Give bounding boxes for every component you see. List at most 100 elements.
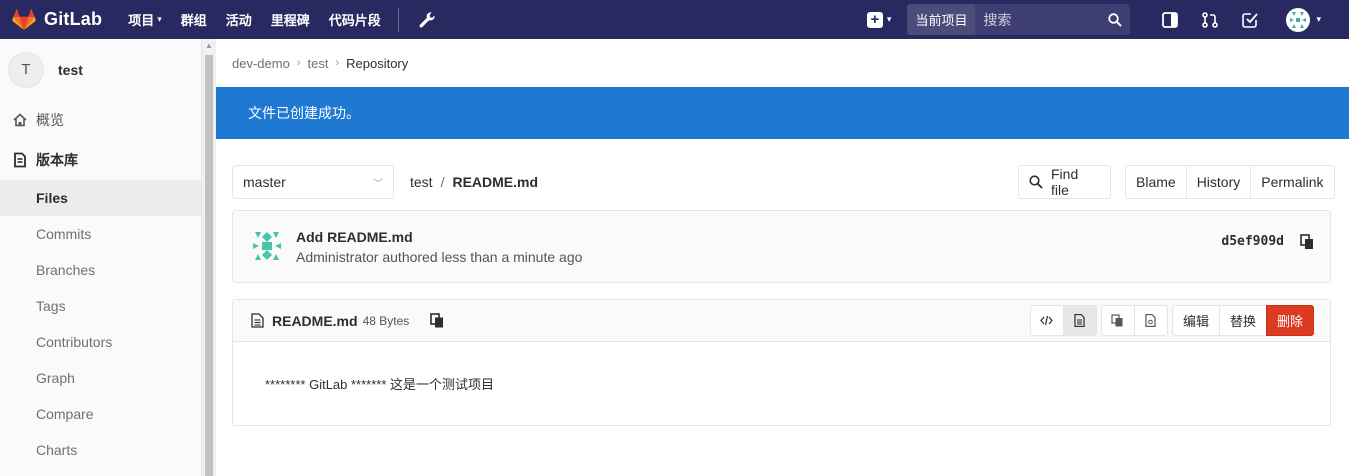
nav-groups[interactable]: 群组 (181, 10, 207, 29)
gitlab-logo[interactable]: GitLab (12, 8, 103, 31)
home-icon (13, 113, 27, 127)
blame-button[interactable]: Blame (1125, 165, 1187, 199)
flash-message: 文件已创建成功。 (248, 105, 360, 121)
nav-projects[interactable]: 项目 ▾ (128, 10, 162, 29)
copy-icon (1111, 314, 1123, 327)
file-header: README.md 48 Bytes 编辑 替换 删除 (233, 300, 1330, 342)
file-actions: 编辑 替换 删除 (1026, 305, 1314, 336)
chevron-down-icon: ﹀ (373, 178, 383, 190)
last-commit: Add README.md Administrator authored les… (232, 210, 1331, 283)
project-sidebar: T test 概览 版本库 Files Commits Branches Tag… (0, 39, 202, 476)
top-navbar: GitLab 项目 ▾ 群组 活动 里程碑 代码片段 + ▾ 当前项目 搜索 ▾ (0, 0, 1349, 39)
commit-title[interactable]: Add README.md (296, 229, 413, 245)
scrollbar-thumb[interactable] (205, 55, 213, 476)
chevron-right-icon: › (296, 57, 301, 69)
commit-sha[interactable]: d5ef909d (1221, 234, 1284, 249)
search-icon (1108, 12, 1123, 27)
file-edit-group: 编辑 替换 删除 (1171, 305, 1314, 336)
file-name: README.md (272, 312, 358, 329)
admin-wrench-icon[interactable] (417, 10, 437, 30)
replace-button[interactable]: 替换 (1218, 305, 1267, 336)
breadcrumb: dev-demo › test › Repository (232, 39, 408, 87)
viewer-toggle-group (1029, 305, 1097, 336)
branch-name: master (243, 174, 286, 190)
copy-sha-icon[interactable] (1300, 234, 1314, 250)
raw-file-icon (1145, 314, 1157, 327)
main-content: dev-demo › test › Repository 文件已创建成功。 ma… (216, 39, 1349, 476)
breadcrumb-group[interactable]: dev-demo (232, 56, 290, 71)
flash-notice: 文件已创建成功。 (216, 87, 1349, 139)
display-source-button[interactable] (1029, 305, 1064, 336)
nav-divider (397, 7, 399, 32)
commit-author-identicon[interactable] (249, 228, 285, 264)
chevron-down-icon: ▾ (886, 14, 892, 24)
search-placeholder: 搜索 (983, 11, 1012, 28)
file-tools-group (1100, 305, 1168, 336)
sidebar-toggle-icon[interactable] (1161, 11, 1179, 29)
sidebar-subitem-contributors[interactable]: Contributors (0, 324, 201, 360)
file-content: ******** GitLab ******* 这是一个测试项目 (233, 342, 1330, 425)
new-dropdown-button[interactable]: + ▾ (866, 11, 892, 28)
project-name: test (58, 61, 83, 78)
logo-text: GitLab (44, 9, 103, 29)
sidebar-subitem-graph[interactable]: Graph (0, 360, 201, 396)
nav-milestones[interactable]: 里程碑 (271, 10, 310, 29)
merge-request-icon[interactable] (1201, 11, 1219, 29)
file-size: 48 Bytes (362, 313, 410, 328)
chevron-down-icon: ▾ (1316, 14, 1321, 24)
file-history-button-group: Blame History Permalink (1125, 165, 1335, 199)
code-icon (1040, 315, 1054, 326)
sidebar-item-repository[interactable]: 版本库 (0, 140, 201, 180)
delete-button[interactable]: 删除 (1265, 305, 1314, 336)
plus-icon: + (866, 11, 883, 28)
find-file-button[interactable]: Find file (1018, 165, 1111, 199)
scroll-up-arrow-icon[interactable]: ▲ (205, 41, 213, 50)
search-scope[interactable]: 当前项目 (907, 4, 976, 35)
history-button[interactable]: History (1185, 165, 1252, 199)
path-file: README.md (452, 174, 539, 190)
project-avatar: T (8, 51, 44, 88)
search-input[interactable]: 搜索 (975, 4, 1131, 35)
sidebar-subitem-tags[interactable]: Tags (0, 288, 201, 324)
display-rendered-button[interactable] (1062, 305, 1097, 336)
nav-projects-label: 项目 (128, 13, 155, 28)
commit-meta: Administrator authored less than a minut… (296, 249, 583, 265)
chevron-down-icon: ▾ (157, 14, 162, 24)
path-directory[interactable]: test (410, 174, 433, 190)
chevron-right-icon: › (335, 57, 340, 69)
open-raw-button[interactable] (1133, 305, 1168, 336)
todo-check-icon[interactable] (1241, 11, 1259, 29)
user-avatar[interactable] (1286, 7, 1311, 32)
sidebar-scrollbar[interactable]: ▲ (202, 39, 216, 476)
sidebar-project-header[interactable]: T test (0, 39, 201, 100)
edit-button[interactable]: 编辑 (1171, 305, 1220, 336)
branch-select[interactable]: master ﹀ (232, 165, 394, 199)
sidebar-item-label: 概览 (36, 112, 64, 128)
permalink-button[interactable]: Permalink (1250, 165, 1335, 199)
search-box: 当前项目 搜索 (907, 4, 1131, 35)
file-viewer: README.md 48 Bytes 编辑 替换 删除 ******** Git… (232, 299, 1331, 426)
readme-text: ******** GitLab ******* 这是一个测试项目 (265, 377, 495, 392)
copy-file-path-icon[interactable] (430, 313, 444, 328)
path-separator: / (440, 174, 445, 190)
sidebar-item-overview[interactable]: 概览 (0, 100, 201, 140)
copy-contents-button[interactable] (1100, 305, 1135, 336)
sidebar-subitem-compare[interactable]: Compare (0, 396, 201, 432)
sidebar-item-label: 版本库 (36, 152, 78, 168)
sidebar-subitem-charts[interactable]: Charts (0, 432, 201, 468)
file-text-icon (1074, 314, 1086, 327)
gitlab-fox-icon (12, 8, 36, 30)
file-path: test / README.md (410, 174, 538, 190)
repository-doc-icon (14, 152, 26, 168)
breadcrumb-project[interactable]: test (307, 56, 328, 71)
find-file-label: Find file (1051, 166, 1079, 198)
breadcrumb-current[interactable]: Repository (346, 56, 408, 71)
nav-snippets[interactable]: 代码片段 (329, 10, 381, 29)
sidebar-subitem-files[interactable]: Files (0, 180, 201, 216)
identicon-icon (1290, 11, 1307, 28)
search-icon (1029, 175, 1043, 189)
nav-activity[interactable]: 活动 (226, 10, 252, 29)
sidebar-subitem-commits[interactable]: Commits (0, 216, 201, 252)
sidebar-subitem-branches[interactable]: Branches (0, 252, 201, 288)
tree-controls: master ﹀ test / README.md Find file Blam… (232, 165, 1335, 199)
